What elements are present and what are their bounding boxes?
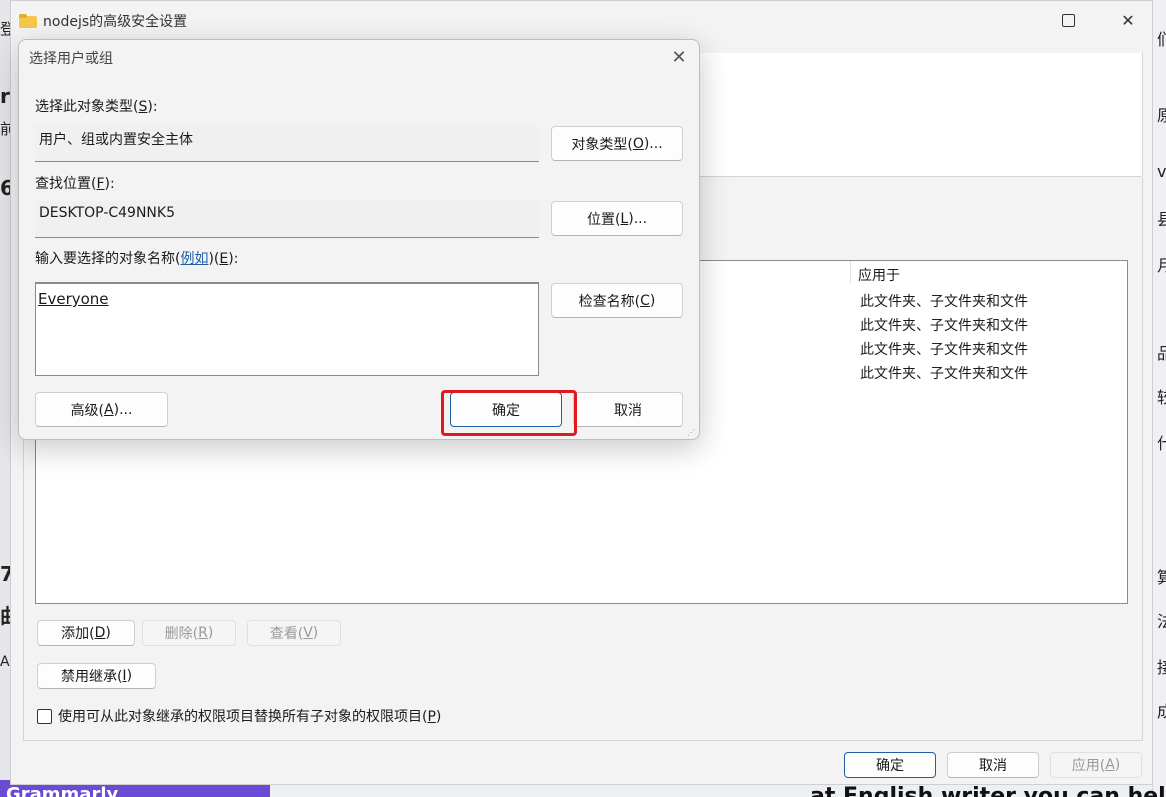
dialog-close-button[interactable]: ✕ [667, 46, 691, 68]
button-label: 高级( [70, 402, 105, 419]
ok-label: 确定 [876, 758, 904, 774]
ok-button-highlight [441, 390, 577, 436]
dialog-title: 选择用户或组 [29, 51, 113, 67]
cancel-label: 取消 [979, 758, 1007, 774]
paren: ) [435, 709, 442, 725]
delete-accesskey: R [198, 625, 208, 641]
close-icon: ✕ [1121, 10, 1135, 30]
window-apply-button[interactable]: 应用(A) [1050, 752, 1142, 778]
bg-glyph: r [0, 84, 10, 108]
location-field: DESKTOP-C49NNK5 [35, 201, 539, 238]
resize-grip-icon[interactable]: ⋰ [687, 428, 697, 438]
window-ok-button[interactable]: 确定 [844, 752, 936, 778]
bg-glyph: 较 [1157, 388, 1166, 407]
maximize-icon [1061, 13, 1075, 27]
paren: ) [105, 625, 111, 641]
bg-glyph: 什 [1157, 434, 1166, 453]
paren: ) [312, 625, 319, 641]
add-label: 添加( [61, 626, 95, 642]
object-types-button[interactable]: 对象类型(O)... [551, 126, 683, 161]
bg-glyph: 法 [1157, 612, 1166, 631]
table-row[interactable]: 此文件夹、子文件夹和文件 [860, 315, 1028, 335]
bg-glyph: 成 [1157, 702, 1166, 721]
apply-label: 应用( [1071, 758, 1106, 774]
dialog-cancel-button[interactable]: 取消 [573, 392, 683, 427]
replace-child-permissions-row[interactable]: 使用可从此对象继承的权限项目替换所有子对象的权限项目(P) [37, 706, 441, 726]
bg-glyph: 月 [1157, 256, 1166, 275]
table-row[interactable]: 此文件夹、子文件夹和文件 [860, 291, 1028, 311]
disable-inheritance-label: 禁用继承( [60, 669, 123, 685]
delete-button[interactable]: 删除(R) [142, 620, 236, 646]
check-names-button[interactable]: 检查名称(C) [551, 283, 683, 318]
resolved-name: Everyone [38, 290, 109, 308]
label-suffix: ): [147, 99, 158, 115]
view-accesskey: V [303, 625, 313, 641]
bg-glyph: 接 [1157, 658, 1166, 677]
object-names-label: 输入要选择的对象名称(例如)(E): [35, 248, 238, 268]
location-label: 查找位置(F): [35, 173, 115, 193]
button-suffix: )... [628, 210, 648, 227]
accesskey: A [104, 401, 114, 418]
apply-accesskey: A [1105, 757, 1115, 773]
accesskey: O [632, 135, 644, 152]
replace-child-permissions-checkbox[interactable] [37, 708, 52, 724]
accesskey: F [96, 176, 105, 192]
examples-link[interactable]: 例如 [180, 251, 208, 267]
label-text: 查找位置( [35, 176, 97, 192]
bg-glyph: vi [1157, 162, 1166, 181]
column-divider [850, 261, 851, 283]
view-button[interactable]: 查看(V) [247, 620, 341, 646]
bg-glyph: 品 [1157, 344, 1166, 363]
close-button[interactable]: ✕ [1105, 7, 1151, 33]
view-label: 查看( [269, 626, 304, 642]
locations-button[interactable]: 位置(L)... [551, 201, 683, 236]
table-row[interactable]: 此文件夹、子文件夹和文件 [860, 339, 1028, 359]
label-suffix: ): [104, 176, 115, 192]
label-suffix: ): [228, 251, 239, 267]
delete-label: 删除( [164, 626, 199, 642]
maximize-button[interactable] [1045, 7, 1091, 33]
replace-child-permissions-label: 使用可从此对象继承的权限项目替换所有子对象的权限项目( [58, 709, 428, 725]
bg-glyph: 们 [1157, 30, 1166, 49]
button-suffix: ) [649, 292, 656, 309]
advanced-button[interactable]: 高级(A)... [35, 392, 168, 427]
bg-glyph: 算 [1157, 568, 1166, 587]
window-cancel-button[interactable]: 取消 [947, 752, 1039, 778]
paren: ) [126, 668, 133, 684]
label-text: 输入要选择的对象名称( [35, 251, 181, 267]
add-button[interactable]: 添加(D) [37, 620, 135, 646]
object-type-field: 用户、组或内置安全主体 [35, 125, 539, 162]
table-row[interactable]: 此文件夹、子文件夹和文件 [860, 363, 1028, 383]
replace-accesskey: P [427, 709, 436, 725]
column-header-applies-to[interactable]: 应用于 [858, 265, 900, 285]
label-text: 选择此对象类型( [35, 99, 139, 115]
window-titlebar: nodejs的高级安全设置 [19, 11, 187, 31]
bg-glyph: 原 [1157, 106, 1166, 125]
button-suffix: )... [643, 135, 663, 152]
button-label: 位置( [586, 211, 621, 228]
paren: ) [1114, 757, 1121, 773]
object-names-input[interactable]: Everyone [35, 282, 539, 376]
button-label: 检查名称( [578, 293, 641, 310]
accesskey: C [640, 292, 650, 309]
bg-glyph: 县 [1157, 210, 1166, 229]
close-icon: ✕ [671, 46, 687, 68]
button-suffix: )... [113, 401, 133, 418]
background-right-strip: 们 原 vi 县 月 品 较 什 算 法 接 成 [1152, 0, 1166, 797]
add-accesskey: D [94, 625, 106, 641]
label-text: )( [208, 251, 220, 267]
paren: ) [207, 625, 214, 641]
window-title: nodejs的高级安全设置 [43, 14, 188, 30]
accesskey: E [219, 251, 229, 267]
folder-icon [19, 14, 37, 28]
button-label: 对象类型( [571, 136, 633, 153]
select-users-dialog: 选择用户或组 ✕ 选择此对象类型(S): 用户、组或内置安全主体 对象类型(O)… [18, 39, 700, 440]
cancel-label: 取消 [614, 402, 642, 419]
object-type-label: 选择此对象类型(S): [35, 96, 158, 116]
accesskey: L [620, 210, 629, 227]
disable-inheritance-button[interactable]: 禁用继承(I) [37, 663, 156, 689]
